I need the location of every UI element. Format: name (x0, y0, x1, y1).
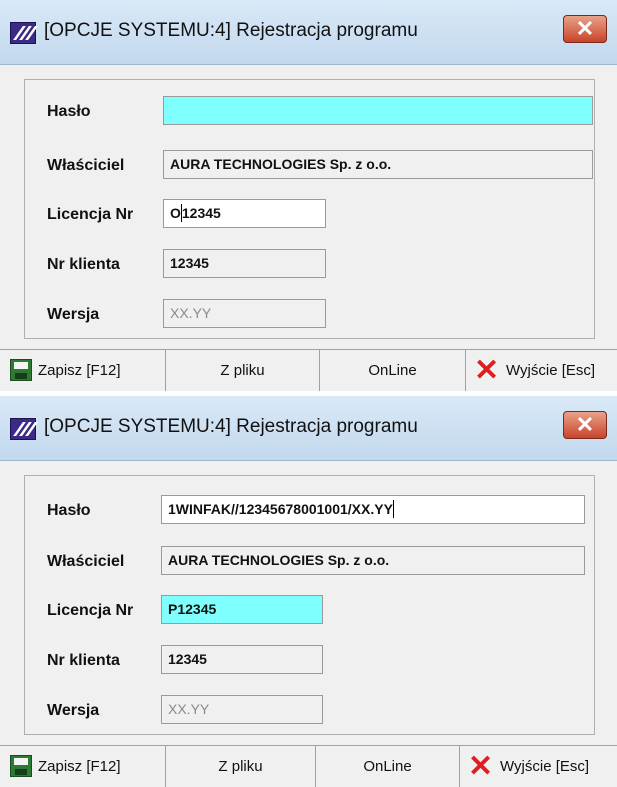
licencja-input[interactable]: P12345 (161, 595, 323, 624)
red-x-icon: ✕ (468, 750, 494, 783)
save-button[interactable]: Zapisz [F12] (0, 350, 166, 391)
nr-klienta-field: 12345 (161, 645, 323, 674)
title-bar[interactable]: [OPCJE SYSTEMU:4] Rejestracja programu ✕ (0, 0, 617, 65)
app-logo-icon (10, 418, 38, 440)
wersja-field: XX.YY (163, 299, 326, 328)
haslo-value: 1WINFAK//12345678001001/XX.YY (168, 501, 393, 517)
online-label: OnLine (368, 362, 417, 379)
window-title: [OPCJE SYSTEMU:4] Rejestracja programu (44, 416, 418, 437)
wlasciciel-field: AURA TECHNOLOGIES Sp. z o.o. (163, 150, 593, 179)
window-title: [OPCJE SYSTEMU:4] Rejestracja programu (44, 20, 418, 41)
close-icon: ✕ (575, 412, 595, 437)
bottom-toolbar: Zapisz [F12] Z pliku OnLine ✕ Wyjście [E… (0, 745, 617, 787)
online-button[interactable]: OnLine (316, 746, 460, 787)
online-label: OnLine (363, 758, 412, 775)
from-file-label: Z pliku (218, 758, 263, 775)
from-file-button[interactable]: Z pliku (166, 746, 316, 787)
exit-button[interactable]: ✕ Wyjście [Esc] (466, 350, 617, 391)
wlasciciel-field: AURA TECHNOLOGIES Sp. z o.o. (161, 546, 585, 575)
floppy-disk-icon (10, 755, 32, 777)
licencja-value-prefix: O (170, 205, 181, 221)
nr-klienta-label: Nr klienta (47, 652, 120, 669)
close-icon: ✕ (575, 16, 595, 41)
registration-window-2: [OPCJE SYSTEMU:4] Rejestracja programu ✕… (0, 396, 617, 787)
licencja-label: Licencja Nr (47, 206, 134, 223)
exit-button-label: Wyjście [Esc] (506, 362, 596, 379)
floppy-disk-icon (10, 359, 32, 381)
haslo-input[interactable]: 1WINFAK//12345678001001/XX.YY (161, 495, 585, 524)
from-file-label: Z pliku (220, 362, 265, 379)
form-body: Hasło 1WINFAK//12345678001001/XX.YY Właś… (0, 461, 617, 745)
haslo-label: Hasło (47, 502, 91, 519)
wlasciciel-label: Właściciel (47, 157, 125, 174)
wlasciciel-label: Właściciel (47, 553, 125, 570)
licencja-input[interactable]: O12345 (163, 199, 326, 228)
licencja-label: Licencja Nr (47, 602, 134, 619)
haslo-label: Hasło (47, 103, 91, 120)
nr-klienta-label: Nr klienta (47, 256, 120, 273)
haslo-input[interactable] (163, 96, 593, 125)
nr-klienta-field: 12345 (163, 249, 326, 278)
title-bar[interactable]: [OPCJE SYSTEMU:4] Rejestracja programu ✕ (0, 396, 617, 461)
form-panel: Hasło Właściciel AURA TECHNOLOGIES Sp. z… (24, 79, 595, 339)
save-button[interactable]: Zapisz [F12] (0, 746, 166, 787)
wersja-label: Wersja (47, 306, 100, 323)
exit-button[interactable]: ✕ Wyjście [Esc] (460, 746, 617, 787)
registration-window-1: [OPCJE SYSTEMU:4] Rejestracja programu ✕… (0, 0, 617, 391)
form-body: Hasło Właściciel AURA TECHNOLOGIES Sp. z… (0, 65, 617, 349)
close-button[interactable]: ✕ (563, 411, 607, 439)
bottom-toolbar: Zapisz [F12] Z pliku OnLine ✕ Wyjście [E… (0, 349, 617, 391)
app-logo-icon (10, 22, 38, 44)
exit-button-label: Wyjście [Esc] (500, 758, 590, 775)
save-button-label: Zapisz [F12] (38, 362, 121, 379)
wersja-label: Wersja (47, 702, 100, 719)
red-x-icon: ✕ (474, 354, 500, 387)
form-panel: Hasło 1WINFAK//12345678001001/XX.YY Właś… (24, 475, 595, 735)
save-button-label: Zapisz [F12] (38, 758, 121, 775)
wersja-field: XX.YY (161, 695, 323, 724)
licencja-value: 12345 (181, 205, 221, 221)
from-file-button[interactable]: Z pliku (166, 350, 320, 391)
text-caret (392, 499, 394, 518)
online-button[interactable]: OnLine (320, 350, 466, 391)
close-button[interactable]: ✕ (563, 15, 607, 43)
